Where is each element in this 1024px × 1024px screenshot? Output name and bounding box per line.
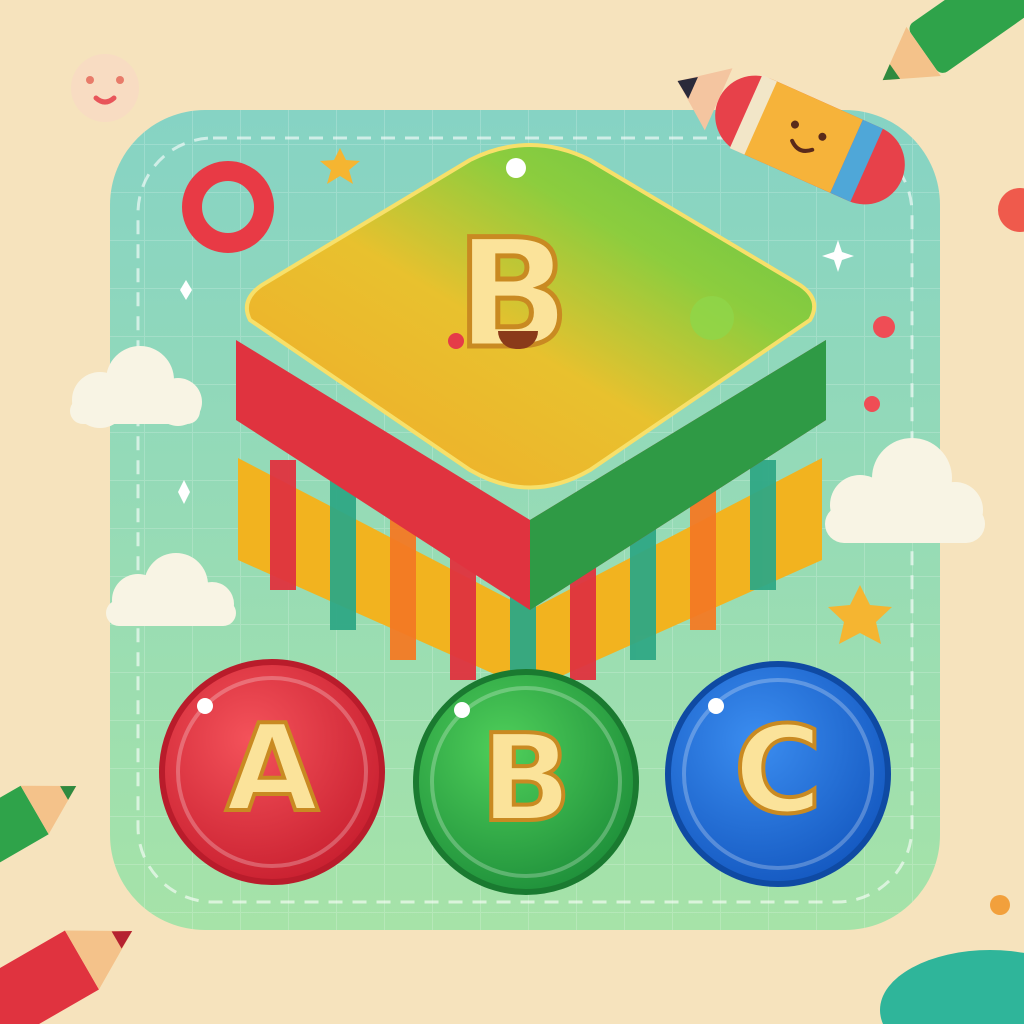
dot-icon [990, 895, 1010, 915]
app-icon-artwork [0, 0, 1024, 1024]
face-bubble-icon [71, 54, 139, 122]
block-face [440, 325, 560, 365]
dot-icon [873, 316, 895, 338]
dot-icon [880, 950, 1024, 1024]
dot-icon [864, 396, 880, 412]
cheek-icon [448, 333, 464, 349]
smile-icon [498, 331, 538, 349]
letter-b-label: B [478, 708, 573, 851]
letter-a-label: A [224, 698, 321, 841]
letter-c-label: C [732, 700, 824, 843]
dot-icon [998, 188, 1024, 232]
pencil-icon [882, 0, 1024, 81]
pencil-icon [0, 785, 77, 895]
pencil-icon [0, 930, 133, 1024]
